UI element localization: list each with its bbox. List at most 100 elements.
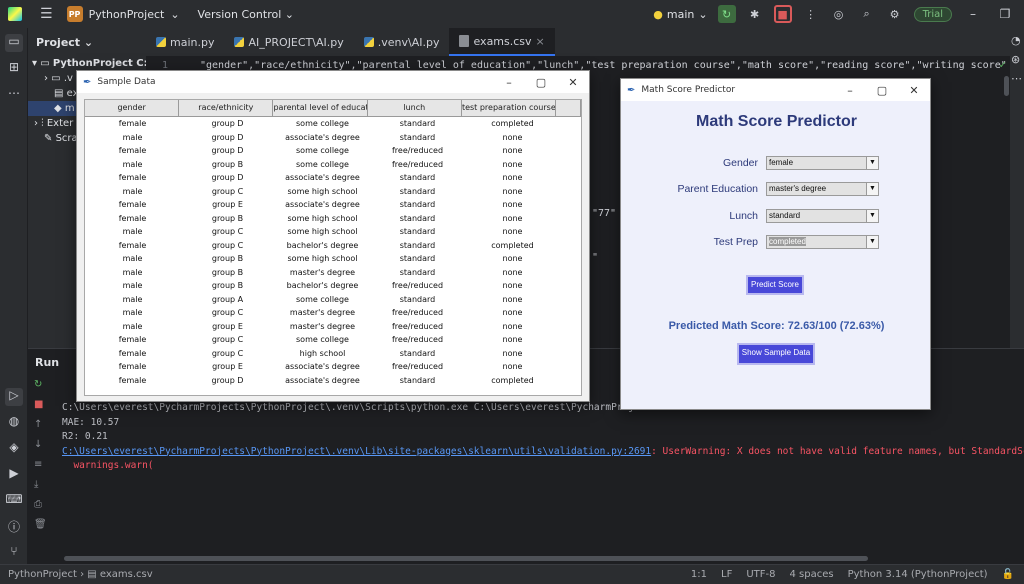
play-services-icon[interactable]: ▶ — [5, 466, 23, 484]
line-separator[interactable]: LF — [721, 569, 732, 580]
table-row[interactable]: female group C bachelor's degree standard co… — [85, 239, 581, 253]
editor-scrollbar[interactable] — [1004, 76, 1009, 96]
tab-main-py[interactable]: main.py — [146, 28, 224, 56]
project-tool-icon[interactable]: ▭ — [5, 34, 23, 52]
column-header[interactable]: gender — [85, 100, 180, 117]
indent-setting[interactable]: 4 spaces — [789, 569, 833, 580]
column-header[interactable]: race/ethnicity — [179, 100, 274, 117]
stop-icon[interactable]: ■ — [34, 399, 48, 410]
show-sample-data-button[interactable]: Show Sample Data — [737, 343, 815, 365]
table-row[interactable]: female group E associate's degree free/redu… — [85, 360, 581, 374]
more-icon[interactable]: ⋯ — [1011, 72, 1023, 85]
lunch-select[interactable]: standard ▼ — [766, 209, 879, 223]
project-switcher[interactable]: PP PythonProject ⌄ — [66, 6, 180, 22]
table-cell: bachelor's degree — [286, 240, 359, 250]
scroll-end-icon[interactable]: ⤓ — [34, 479, 48, 490]
minimize-icon[interactable]: – — [962, 7, 984, 21]
restore-icon[interactable]: ❐ — [994, 7, 1016, 21]
minimize-icon[interactable]: – — [834, 84, 866, 97]
rerun-icon[interactable]: ↻ — [34, 379, 48, 390]
debug-icon[interactable]: ✱ — [746, 5, 764, 23]
stop-icon[interactable]: ■ — [773, 5, 792, 23]
interpreter[interactable]: Python 3.14 (PythonProject) — [848, 569, 988, 580]
wrap-icon[interactable]: ≡ — [34, 459, 48, 470]
trial-badge[interactable]: Trial — [913, 6, 952, 22]
up-icon[interactable]: ↑ — [34, 419, 48, 430]
parent-education-select[interactable]: master's degree ▼ — [766, 182, 879, 196]
print-icon[interactable]: ⎙ — [34, 499, 48, 510]
tab-exams-csv[interactable]: exams.csv × — [449, 28, 555, 56]
table-row[interactable]: male group E master's degree free/reduced no… — [85, 320, 581, 334]
table-row[interactable]: male group B bachelor's degree free/reduced… — [85, 279, 581, 293]
warning-file-link[interactable]: C:\Users\everest\PycharmProjects\PythonP… — [62, 446, 651, 457]
down-icon[interactable]: ↓ — [34, 439, 48, 450]
chevron-down-icon[interactable]: ▼ — [866, 157, 878, 169]
table-cell: none — [502, 267, 523, 277]
sample-data-table[interactable]: gender race/ethnicity parental level of ed… — [84, 99, 582, 396]
ai-assistant-icon[interactable]: ◎ — [830, 5, 848, 23]
table-row[interactable]: female group D some college standard complet… — [85, 117, 581, 131]
git-icon[interactable]: ⑂ — [5, 544, 23, 562]
main-menu-icon[interactable]: ☰ — [40, 6, 53, 22]
version-control-menu[interactable]: Version Control ⌄ — [198, 8, 294, 21]
table-row[interactable]: male group A some college standard none — [85, 293, 581, 307]
column-header-overflow[interactable] — [556, 100, 581, 117]
trash-icon[interactable]: 🗑 — [34, 519, 48, 530]
chevron-down-icon[interactable]: ▼ — [866, 210, 878, 222]
terminal-icon[interactable]: ⌨ — [5, 492, 23, 510]
chevron-down-icon[interactable]: ▼ — [866, 183, 878, 195]
maximize-icon[interactable]: ▢ — [866, 84, 898, 97]
test-prep-select[interactable]: completed ▼ — [766, 235, 879, 249]
table-row[interactable]: female group D associate's degree standard n… — [85, 171, 581, 185]
file-encoding[interactable]: UTF-8 — [746, 569, 775, 580]
close-icon[interactable]: ✕ — [898, 84, 930, 97]
settings-icon[interactable]: ⚙ — [886, 5, 904, 23]
close-icon[interactable]: × — [536, 35, 545, 48]
table-row[interactable]: male group B some high school standard none — [85, 252, 581, 266]
table-row[interactable]: male group B some college free/reduced none — [85, 158, 581, 172]
more-icon[interactable]: ⋮ — [802, 5, 820, 23]
run-config-selector[interactable]: ● main ⌄ — [653, 8, 707, 21]
more-tools-icon[interactable]: ⋯ — [5, 86, 23, 104]
structure-icon[interactable]: ⊞ — [5, 60, 23, 78]
breadcrumb[interactable]: PythonProject › ▤ exams.csv — [8, 569, 153, 580]
rerun-icon[interactable]: ↻ — [717, 5, 736, 23]
table-row[interactable]: female group D associate's degree standard c… — [85, 374, 581, 388]
window-title-bar[interactable]: ✒ Math Score Predictor – ▢ ✕ — [621, 79, 930, 101]
table-row[interactable]: male group C master's degree free/reduced no… — [85, 306, 581, 320]
problems-icon[interactable]: ⓘ — [5, 518, 23, 536]
lock-icon[interactable]: 🔓 — [1002, 569, 1014, 580]
table-row[interactable]: female group C some college free/reduced non… — [85, 333, 581, 347]
predict-score-button[interactable]: Predict Score — [746, 275, 804, 295]
table-row[interactable]: female group C high school standard none — [85, 347, 581, 361]
project-panel-header[interactable]: Project ⌄ — [28, 28, 146, 56]
column-header[interactable]: lunch — [367, 100, 462, 117]
run-tool-icon[interactable]: ▷ — [5, 388, 23, 406]
table-row[interactable]: female group B some high school standard non… — [85, 212, 581, 226]
chevron-down-icon[interactable]: ▼ — [866, 236, 878, 248]
database-icon[interactable]: ⊛ — [1011, 53, 1023, 66]
window-title-bar[interactable]: ✒ Sample Data – ▢ ✕ — [77, 71, 589, 93]
maximize-icon[interactable]: ▢ — [525, 76, 557, 89]
services-icon[interactable]: ◈ — [5, 440, 23, 458]
search-icon[interactable]: ⌕ — [858, 5, 876, 23]
minimize-icon[interactable]: – — [493, 76, 525, 89]
gender-select[interactable]: female ▼ — [766, 156, 879, 170]
tab-ai-project-ai-py[interactable]: AI_PROJECT\AI.py — [224, 28, 353, 56]
column-header[interactable]: test preparation course — [461, 100, 557, 117]
close-icon[interactable]: ✕ — [557, 76, 589, 89]
cursor-position[interactable]: 1:1 — [691, 569, 707, 580]
table-row[interactable]: female group D some college free/reduced non… — [85, 144, 581, 158]
console-horizontal-scrollbar[interactable] — [64, 556, 868, 561]
table-row[interactable]: male group D associate's degree standard non… — [85, 131, 581, 145]
notifications-icon[interactable]: ◔ — [1011, 34, 1023, 47]
column-header[interactable]: parental level of educatio — [273, 100, 368, 117]
table-row[interactable]: male group C some high school standard none — [85, 225, 581, 239]
table-row[interactable]: female group E associate's degree standard n… — [85, 198, 581, 212]
table-row[interactable]: male group C some high school standard none — [85, 185, 581, 199]
tree-item-root[interactable]: ▾ ▭ PythonProject C:\ — [28, 56, 146, 71]
tab-venv-ai-py[interactable]: .venv\AI.py — [354, 28, 450, 56]
table-row[interactable]: male group B master's degree standard none — [85, 266, 581, 280]
python-packages-icon[interactable]: ◍ — [5, 414, 23, 432]
console-output[interactable]: C:\Users\everest\PycharmProjects\PythonP… — [62, 401, 1024, 474]
